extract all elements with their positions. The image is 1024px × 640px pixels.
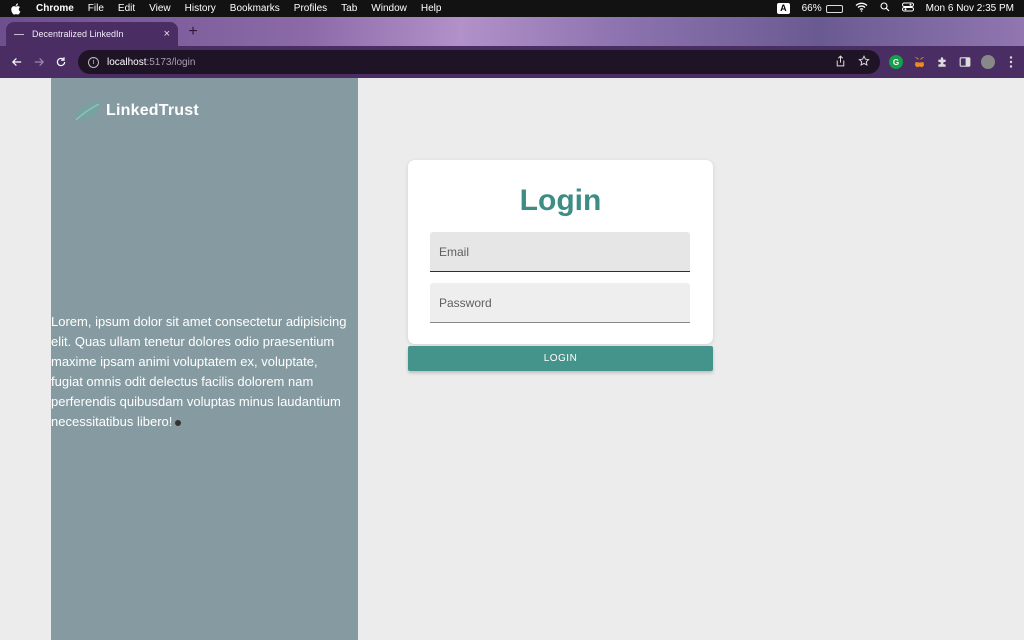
leaf-logo-icon	[73, 100, 103, 122]
control-center-icon[interactable]	[901, 2, 914, 15]
grammarly-extension-icon[interactable]: G	[889, 55, 903, 69]
logo[interactable]: LinkedTrust	[73, 100, 199, 122]
apple-icon[interactable]	[10, 2, 24, 15]
menu-help[interactable]: Help	[421, 3, 442, 14]
tab-favicon-icon	[14, 33, 24, 35]
email-input[interactable]	[439, 244, 690, 259]
small-dot-icon	[175, 419, 182, 426]
clock[interactable]: Mon 6 Nov 2:35 PM	[926, 3, 1014, 14]
sidebar-panel: LinkedTrust Lorem, ipsum dolor sit amet …	[51, 78, 358, 640]
back-button[interactable]	[6, 51, 28, 73]
menu-app-name[interactable]: Chrome	[36, 3, 74, 14]
menu-view[interactable]: View	[149, 3, 171, 14]
menu-bar: Chrome File Edit View History Bookmarks …	[0, 0, 1024, 17]
metamask-extension-icon[interactable]	[912, 55, 926, 69]
side-panel-icon[interactable]	[958, 55, 972, 69]
site-info-icon[interactable]: i	[88, 56, 99, 68]
login-button[interactable]: LOGIN	[408, 346, 713, 371]
sidebar-description-text: Lorem, ipsum dolor sit amet consectetur …	[51, 314, 347, 429]
menu-file[interactable]: File	[88, 3, 104, 14]
address-bar[interactable]: i localhost:5173/login	[78, 50, 880, 74]
browser-menu-icon[interactable]	[1004, 55, 1018, 69]
input-source-indicator[interactable]: A	[777, 3, 790, 14]
extensions-puzzle-icon[interactable]	[935, 55, 949, 69]
profile-avatar[interactable]	[981, 55, 995, 69]
bookmark-star-icon[interactable]	[858, 54, 870, 70]
wifi-icon[interactable]	[855, 2, 868, 15]
menu-window[interactable]: Window	[371, 3, 407, 14]
email-field[interactable]	[430, 232, 690, 272]
new-tab-button[interactable]: +	[184, 23, 202, 41]
menu-edit[interactable]: Edit	[118, 3, 135, 14]
brand-name: LinkedTrust	[106, 102, 199, 119]
share-icon[interactable]	[835, 54, 846, 70]
browser-toolbar: i localhost:5173/login G	[0, 46, 1024, 78]
password-field[interactable]	[430, 283, 690, 323]
login-card: Login	[408, 160, 713, 344]
password-input[interactable]	[439, 295, 690, 310]
browser-tab-active[interactable]: Decentralized LinkedIn ×	[6, 22, 178, 46]
battery-status[interactable]: 66%	[802, 3, 843, 14]
url-host: localhost	[107, 56, 147, 68]
tab-strip: Decentralized LinkedIn × +	[0, 17, 1024, 46]
sidebar-description: Lorem, ipsum dolor sit amet consectetur …	[51, 312, 351, 432]
menu-bookmarks[interactable]: Bookmarks	[230, 3, 280, 14]
menu-tab[interactable]: Tab	[341, 3, 357, 14]
battery-percent: 66%	[801, 3, 822, 14]
menu-history[interactable]: History	[185, 3, 216, 14]
battery-icon	[825, 4, 843, 13]
tab-close-icon[interactable]: ×	[164, 28, 170, 40]
reload-button[interactable]	[50, 51, 72, 73]
spotlight-search-icon[interactable]	[880, 2, 890, 15]
menu-profiles[interactable]: Profiles	[294, 3, 327, 14]
login-title: Login	[519, 184, 602, 217]
tab-title: Decentralized LinkedIn	[32, 29, 124, 39]
forward-button[interactable]	[28, 51, 50, 73]
page-content: LinkedTrust Lorem, ipsum dolor sit amet …	[0, 78, 1024, 640]
url-path: :5173/login	[146, 56, 196, 68]
